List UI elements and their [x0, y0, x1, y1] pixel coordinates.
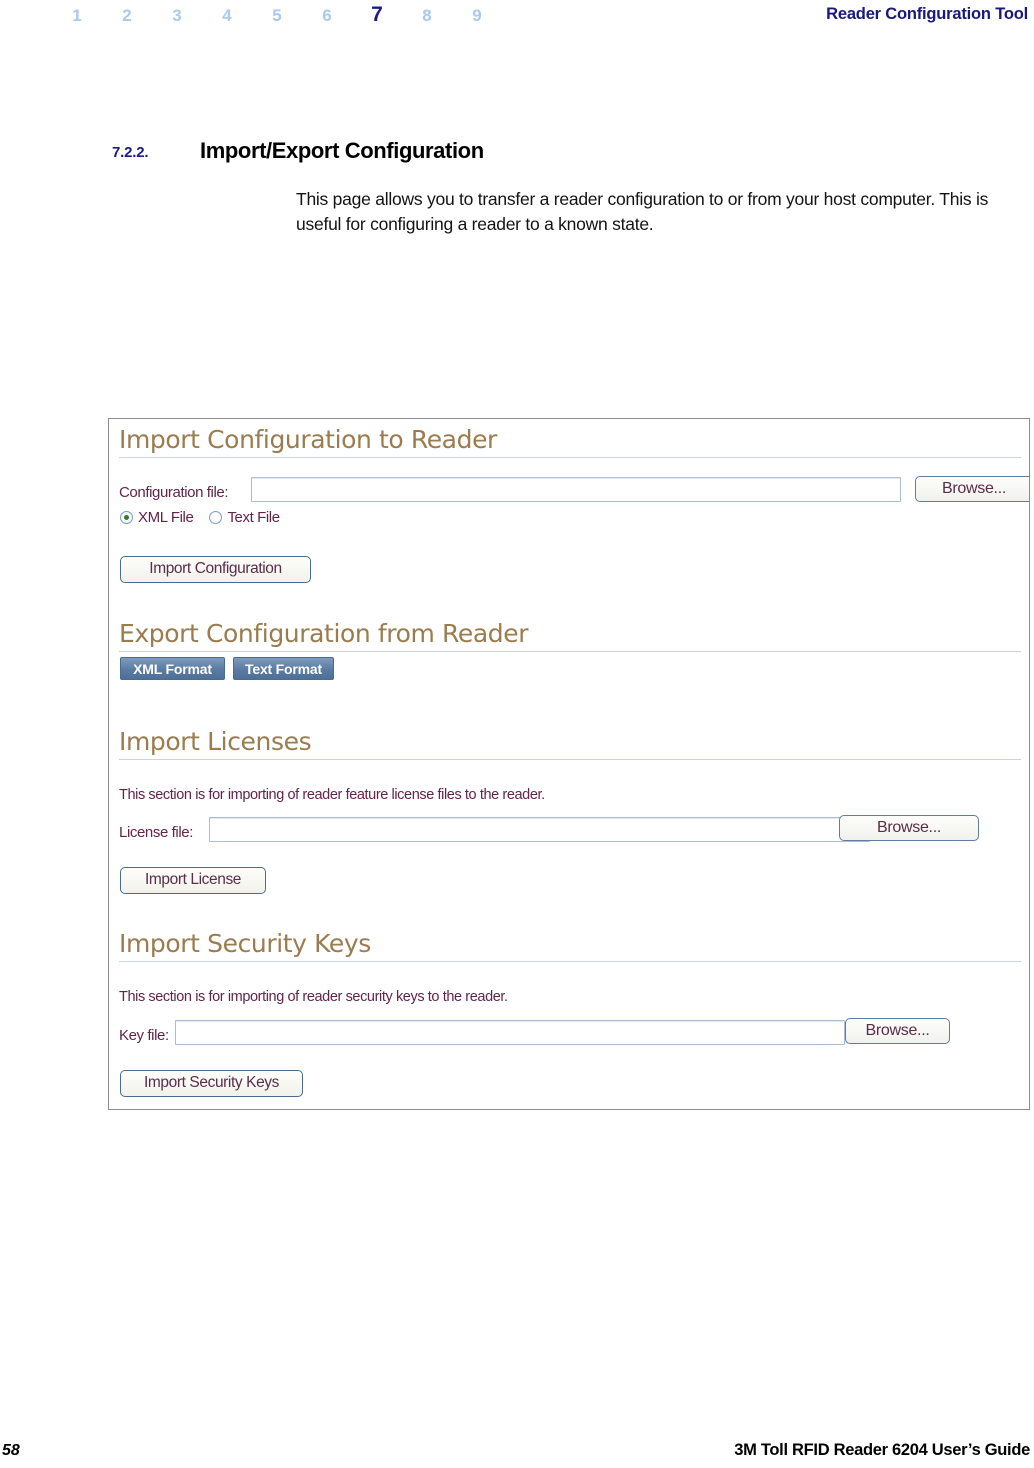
chapter-number-4: 4: [222, 6, 232, 25]
radio-option-text-file[interactable]: Text File: [209, 509, 280, 526]
chapter-number-6: 6: [322, 6, 332, 25]
radio-option-xml-file[interactable]: XML File: [120, 509, 194, 526]
export-configuration-heading: Export Configuration from Reader: [119, 619, 529, 648]
import-security-keys-heading-rule: [119, 961, 1021, 962]
radio-label-text-file: Text File: [227, 509, 280, 526]
embedded-screenshot-figure: Import Configuration to Reader Configura…: [108, 418, 1030, 1110]
chapter-navigation: 1 2 3 4 5 6 7 8 9: [52, 3, 502, 27]
page-header: 1 2 3 4 5 6 7 8 9 Reader Configuration T…: [0, 0, 1034, 34]
export-configuration-heading-rule: [119, 651, 1021, 652]
license-file-label: License file:: [119, 824, 194, 841]
radio-label-xml-file: XML File: [138, 509, 194, 526]
import-configuration-heading: Import Configuration to Reader: [119, 425, 497, 454]
footer-page-number: 58: [2, 1442, 20, 1459]
running-header-title: Reader Configuration Tool: [826, 5, 1028, 23]
chapter-number-9: 9: [472, 6, 482, 25]
chapter-number-5: 5: [272, 6, 282, 25]
license-file-browse-button[interactable]: Browse...: [839, 815, 979, 841]
radio-button-unselected-icon[interactable]: [209, 511, 223, 524]
configuration-file-browse-button[interactable]: Browse...: [915, 476, 1029, 502]
configuration-file-input[interactable]: [251, 477, 901, 502]
key-file-browse-button[interactable]: Browse...: [845, 1018, 950, 1044]
footer-guide-title: 3M Toll RFID Reader 6204 User’s Guide: [734, 1441, 1030, 1459]
page-footer: 58 3M Toll RFID Reader 6204 User’s Guide: [0, 1418, 1034, 1468]
import-security-keys-button[interactable]: Import Security Keys: [120, 1070, 303, 1097]
key-file-label: Key file:: [119, 1027, 169, 1044]
chapter-number-8: 8: [422, 6, 432, 25]
section-number: 7.2.2.: [112, 144, 149, 161]
configuration-file-label: Configuration file:: [119, 484, 229, 501]
radio-button-selected-icon[interactable]: [120, 511, 133, 524]
import-licenses-heading: Import Licenses: [119, 727, 312, 756]
import-licenses-heading-rule: [119, 759, 1021, 760]
export-text-format-button[interactable]: Text Format: [233, 657, 334, 680]
chapter-number-7-current: 7: [371, 3, 383, 26]
import-security-keys-heading: Import Security Keys: [119, 929, 371, 958]
chapter-number-1: 1: [72, 6, 82, 25]
export-xml-format-button[interactable]: XML Format: [120, 657, 225, 680]
import-configuration-button[interactable]: Import Configuration: [120, 556, 311, 583]
import-security-keys-note: This section is for importing of reader …: [119, 989, 508, 1005]
import-configuration-heading-rule: [119, 457, 1021, 458]
import-format-radio-group: XML File Text File: [120, 509, 296, 526]
key-file-input[interactable]: [175, 1020, 845, 1045]
chapter-number-2: 2: [122, 6, 132, 25]
import-license-button[interactable]: Import License: [120, 867, 266, 894]
section-body-paragraph: This page allows you to transfer a reade…: [296, 189, 989, 234]
import-licenses-note: This section is for importing of reader …: [119, 787, 545, 803]
section-title: Import/Export Configuration: [200, 138, 484, 163]
chapter-number-3: 3: [172, 6, 182, 25]
license-file-input[interactable]: [209, 817, 870, 842]
